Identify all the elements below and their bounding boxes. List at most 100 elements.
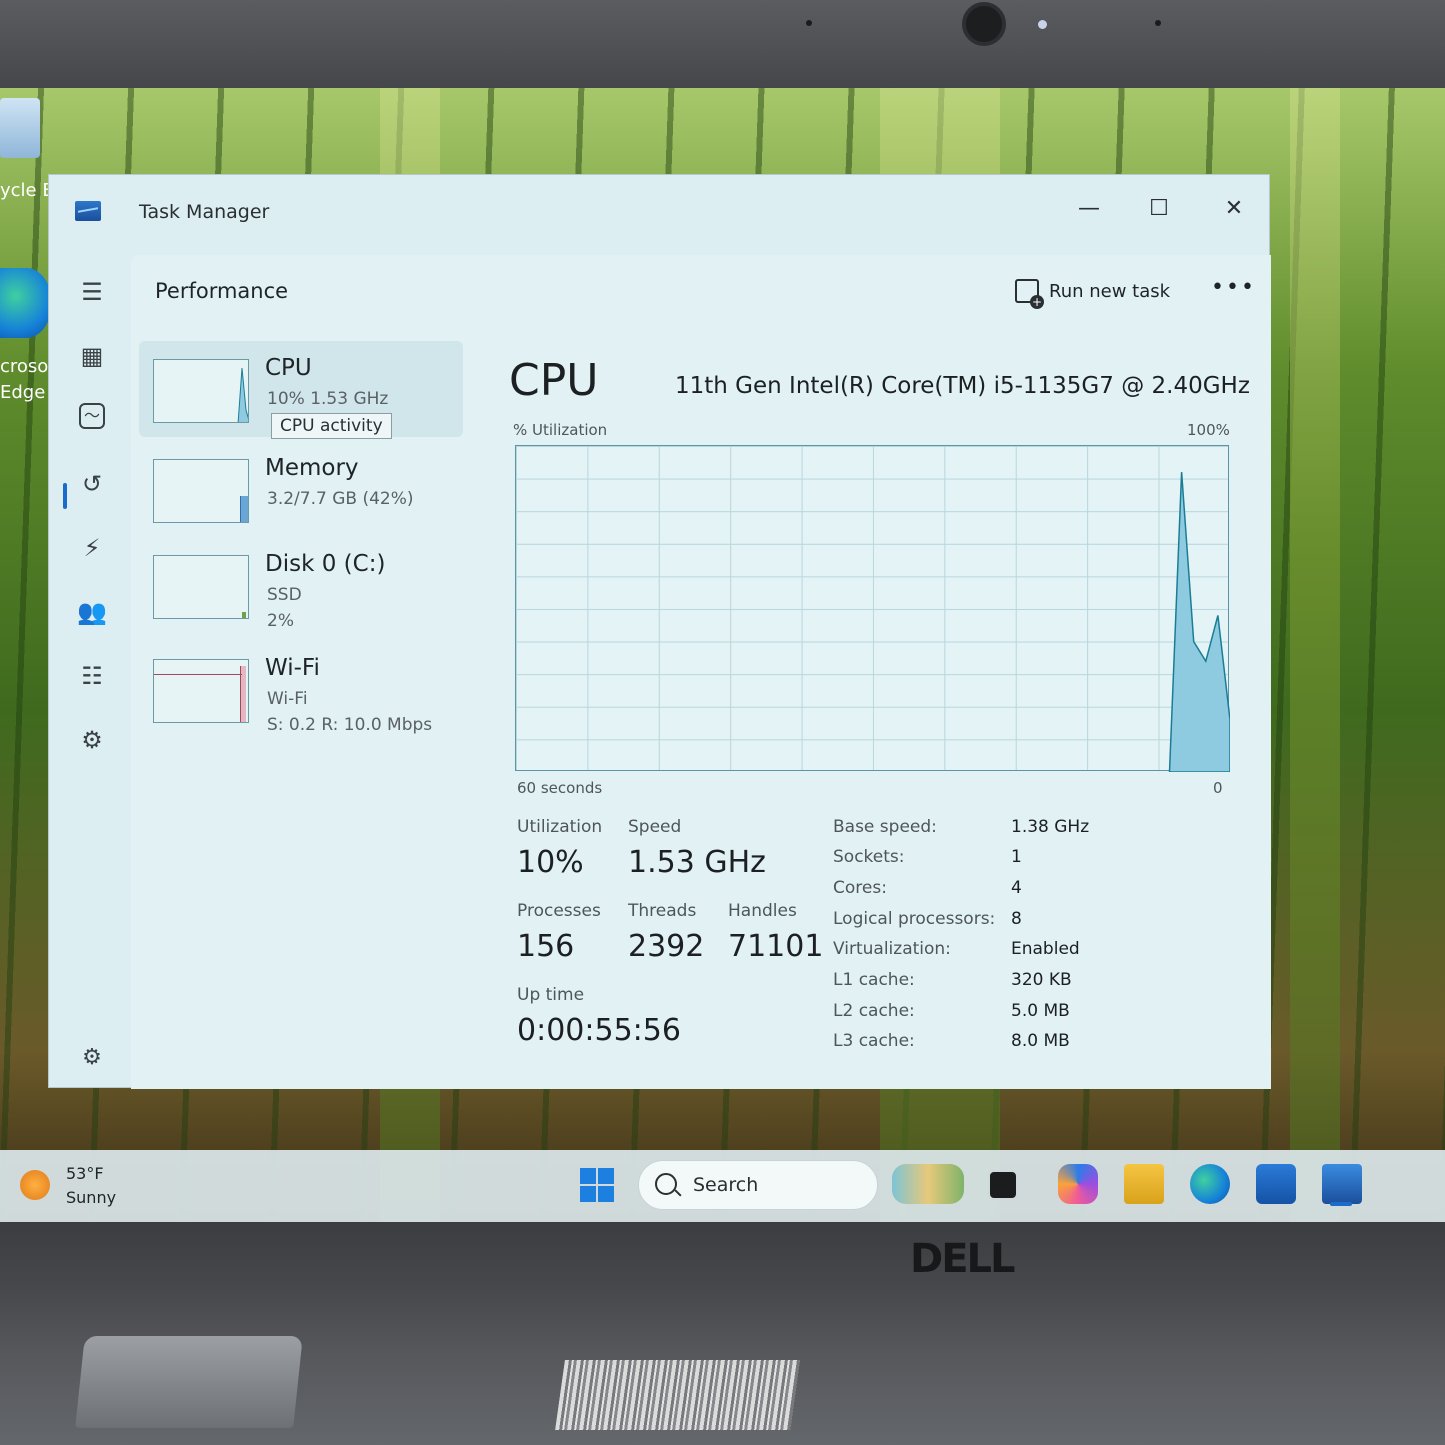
weather-sun-icon[interactable] [20,1170,50,1200]
edge-label-2: Edge [0,382,46,403]
users-icon[interactable]: 👥 [75,595,109,629]
resource-item-cpu[interactable]: CPU 10% 1.53 GHz CPU activity [139,341,463,439]
spec-label: L2 cache: [833,1001,915,1021]
task-manager-icon[interactable] [1322,1164,1362,1204]
file-explorer-icon[interactable] [1124,1164,1164,1204]
resource-detail: 3.2/7.7 GB (42%) [267,489,414,509]
run-task-icon [1015,279,1044,309]
resource-item-wifi[interactable]: Wi-Fi Wi-Fi S: 0.2 R: 10.0 Mbps [139,641,463,737]
processes-value: 156 [517,929,575,964]
spec-label: Base speed: [833,817,937,837]
disk-thumbnail [153,555,249,619]
spec-value: 8.0 MB [1011,1031,1070,1051]
spec-label: Virtualization: [833,939,951,959]
spec-label: L1 cache: [833,970,915,990]
task-manager-window: Task Manager — ☐ ✕ ☰ ▦ 〜 ↺ ⚡ 👥 ☷ ⚙ ⚙ Per… [48,174,1271,1089]
resource-detail: 10% 1.53 GHz [267,389,389,409]
dell-logo: DELL [910,1236,1016,1282]
resource-detail: Wi-Fi [267,689,308,709]
taskbar-search[interactable]: Search [638,1160,878,1210]
resource-item-memory[interactable]: Memory 3.2/7.7 GB (42%) [139,441,463,537]
spec-value: 1 [1011,847,1022,867]
memory-usage-bar [240,495,248,522]
close-button[interactable]: ✕ [1204,187,1264,231]
windows-logo-tile [598,1168,614,1184]
wallpaper-stalk [1290,88,1340,1222]
active-indicator [63,483,67,509]
graph-x-label: 60 seconds [517,779,603,797]
cpu-heading: CPU [509,355,599,406]
spec-value: 4 [1011,878,1022,898]
performance-icon[interactable]: 〜 [79,403,105,429]
spec-label: Sockets: [833,847,905,867]
spec-value: 8 [1011,909,1022,929]
sensor-dot [1155,20,1161,26]
spec-label: Cores: [833,878,887,898]
windows-logo-tile [580,1186,596,1202]
resource-name: Memory [265,455,359,481]
barcode-sticker [555,1360,800,1430]
task-view-icon[interactable] [988,1170,1018,1200]
uptime-value: 0:00:55:56 [517,1013,681,1048]
memory-thumbnail [153,459,249,523]
hamburger-icon[interactable]: ☰ [75,275,109,309]
startup-apps-icon[interactable]: ⚡ [75,531,109,565]
windows-logo-tile [598,1186,614,1202]
resource-name: Wi-Fi [265,655,320,681]
threads-value: 2392 [628,929,705,964]
laptop-bezel-bottom: DELL [0,1222,1445,1445]
laptop-hinge [75,1336,303,1428]
copilot-icon[interactable] [1058,1164,1098,1204]
active-app-indicator [1330,1202,1352,1206]
speed-label: Speed [628,817,682,837]
title-bar[interactable]: Task Manager — ☐ ✕ [49,175,1269,251]
run-new-task-label: Run new task [1049,280,1171,302]
more-options-button[interactable]: ••• [1211,275,1256,300]
resource-detail: SSD [267,585,302,605]
resource-detail-2: S: 0.2 R: 10.0 Mbps [267,715,433,735]
store-icon[interactable] [1256,1164,1296,1204]
speed-value: 1.53 GHz [628,845,766,880]
tooltip: CPU activity [271,413,392,439]
weather-temperature[interactable]: 53°F [66,1164,104,1183]
spec-value: 320 KB [1011,970,1072,990]
camera-led [1038,20,1047,29]
uptime-label: Up time [517,985,585,1005]
settings-icon[interactable]: ⚙ [75,1041,109,1075]
search-placeholder: Search [693,1174,759,1196]
cpu-utilization-chart [1168,472,1230,772]
performance-panel: Performance Run new task ••• CPU 10% 1.5… [131,255,1271,1089]
edge-icon[interactable] [1190,1164,1230,1204]
resource-item-disk[interactable]: Disk 0 (C:) SSD 2% [139,537,463,633]
graph-x-min: 0 [1213,779,1223,797]
search-icon [655,1173,677,1195]
resource-name: Disk 0 (C:) [265,551,386,577]
disk-usage-mark [242,612,246,618]
graph-y-label: % Utilization [513,421,608,439]
maximize-button[interactable]: ☐ [1129,187,1189,231]
sensor-dot [806,20,812,26]
handles-label: Handles [728,901,797,921]
minimize-button[interactable]: — [1059,187,1119,231]
page-title: Performance [155,279,289,303]
edge-desktop-icon[interactable] [0,268,52,338]
cpu-model: 11th Gen Intel(R) Core(TM) i5-1135G7 @ 2… [675,373,1250,399]
widgets-icon[interactable] [892,1164,964,1204]
details-icon[interactable]: ☷ [75,659,109,693]
utilization-value: 10% [517,845,584,880]
processes-icon[interactable]: ▦ [75,339,109,373]
services-icon[interactable]: ⚙ [75,723,109,757]
window-title: Task Manager [139,201,270,223]
start-button[interactable] [580,1168,614,1202]
spec-value: 1.38 GHz [1011,817,1090,837]
graph-y-max: 100% [1187,421,1230,439]
weather-condition[interactable]: Sunny [66,1188,116,1207]
spec-value: 5.0 MB [1011,1001,1070,1021]
wifi-thumbnail [153,659,249,723]
app-history-icon[interactable]: ↺ [75,467,109,501]
windows-logo-tile [580,1168,596,1184]
spec-label: Logical processors: [833,909,996,929]
run-new-task-button[interactable]: Run new task [1015,279,1171,309]
webcam-icon [962,2,1006,46]
recycle-bin-icon[interactable] [0,98,40,158]
